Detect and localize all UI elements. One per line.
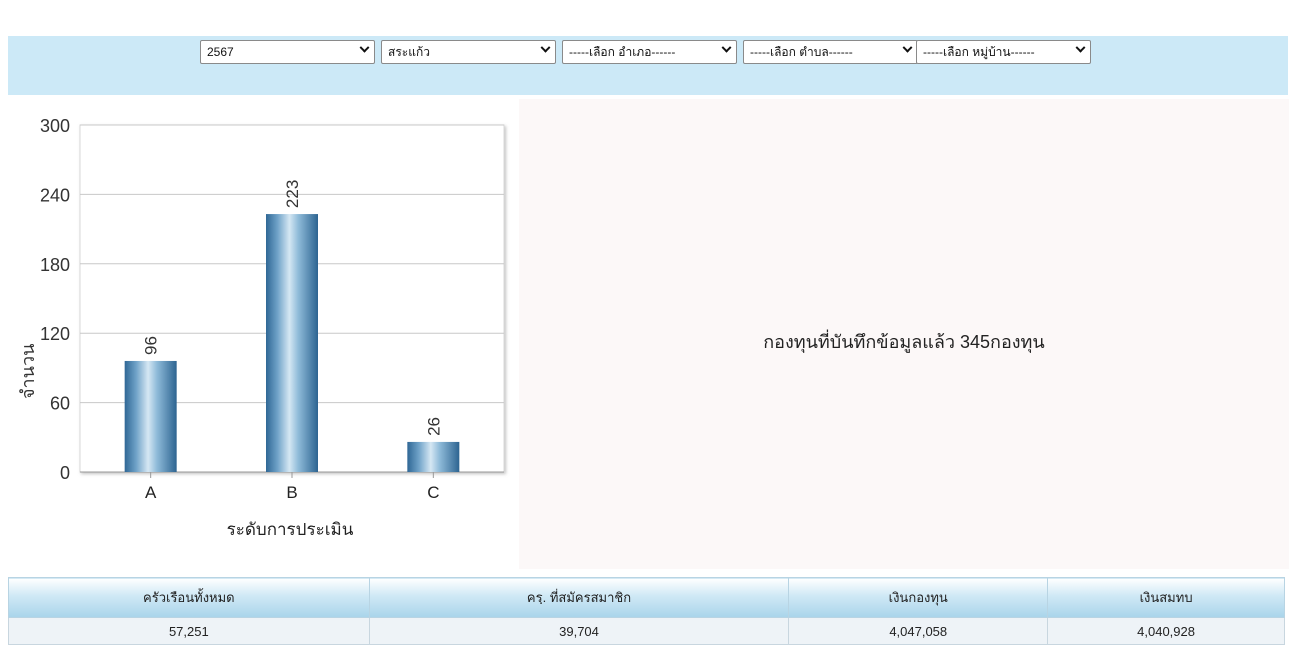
- subdistrict-select-value: -----เลือก ตำบล------: [750, 45, 853, 59]
- recorded-funds-summary: กองทุนที่บันทึกข้อมูลแล้ว 345กองทุน: [763, 332, 1045, 352]
- province-select-value: สระแก้ว: [388, 45, 430, 59]
- y-tick-label: 60: [50, 394, 70, 414]
- y-tick-label: 300: [40, 116, 70, 136]
- header-member-households: ครฺ. ที่สมัครสมาชิก: [368, 577, 790, 618]
- bar-chart: 0 60 120 180 240 300 A 96 B 223 C 26 จำนวน ระดับการ…: [18, 116, 505, 539]
- district-select-value: -----เลือก อำเภอ------: [569, 45, 676, 59]
- value-fund-money: 4,047,058: [788, 617, 1049, 645]
- province-select[interactable]: สระแก้ว: [381, 40, 556, 64]
- y-tick-label: 0: [60, 463, 70, 483]
- x-tick-label: B: [286, 483, 297, 502]
- stats-table: ครัวเรือนทั้งหมด ครฺ. ที่สมัครสมาชิก เงิ…: [8, 577, 1285, 645]
- x-axis-label: ระดับการประเมิน: [227, 520, 354, 539]
- header-total-households: ครัวเรือนทั้งหมด: [8, 577, 370, 618]
- summary-panel: กองทุนที่บันทึกข้อมูลแล้ว 345กองทุน: [519, 99, 1289, 569]
- chevron-down-icon: [721, 42, 732, 53]
- y-tick-label: 180: [40, 255, 70, 275]
- data-label: 223: [283, 180, 302, 208]
- data-label: 26: [424, 417, 443, 436]
- bar-C: [407, 441, 460, 472]
- value-contribution-money: 4,040,928: [1047, 617, 1285, 645]
- chart-panel: 0 60 120 180 240 300 A 96 B 223 C 26 จำนวน ระดับการ…: [8, 99, 518, 569]
- x-tick-label: A: [145, 483, 157, 502]
- chevron-down-icon: [902, 42, 913, 53]
- chevron-down-icon: [540, 42, 551, 53]
- header-contribution-money: เงินสมทบ: [1047, 577, 1285, 618]
- chevron-down-icon: [1075, 42, 1086, 53]
- year-select-value: 2567: [207, 45, 234, 59]
- stats-value-row: 57,251 39,704 4,047,058 4,040,928: [8, 617, 1285, 645]
- value-member-households: 39,704: [368, 617, 790, 645]
- y-tick-label: 120: [40, 324, 70, 344]
- subdistrict-select[interactable]: -----เลือก ตำบล------: [743, 40, 918, 64]
- bar-B: [266, 214, 318, 472]
- data-label: 96: [142, 336, 161, 355]
- bar-A: [124, 360, 177, 472]
- village-select-value: -----เลือก หมู่บ้าน------: [923, 45, 1035, 59]
- district-select[interactable]: -----เลือก อำเภอ------: [562, 40, 737, 64]
- village-select[interactable]: -----เลือก หมู่บ้าน------: [916, 40, 1091, 64]
- y-tick-label: 240: [40, 185, 70, 205]
- filter-bar: 2567 สระแก้ว -----เลือก อำเภอ------ ----…: [8, 36, 1288, 95]
- header-fund-money: เงินกองทุน: [788, 577, 1049, 618]
- year-select[interactable]: 2567: [200, 40, 375, 64]
- x-tick-label: C: [427, 483, 439, 502]
- page-top-spacer: [0, 0, 1299, 36]
- stats-header-row: ครัวเรือนทั้งหมด ครฺ. ที่สมัครสมาชิก เงิ…: [8, 577, 1285, 618]
- y-axis-label: จำนวน: [18, 344, 38, 399]
- chevron-down-icon: [359, 42, 370, 53]
- value-total-households: 57,251: [8, 617, 370, 645]
